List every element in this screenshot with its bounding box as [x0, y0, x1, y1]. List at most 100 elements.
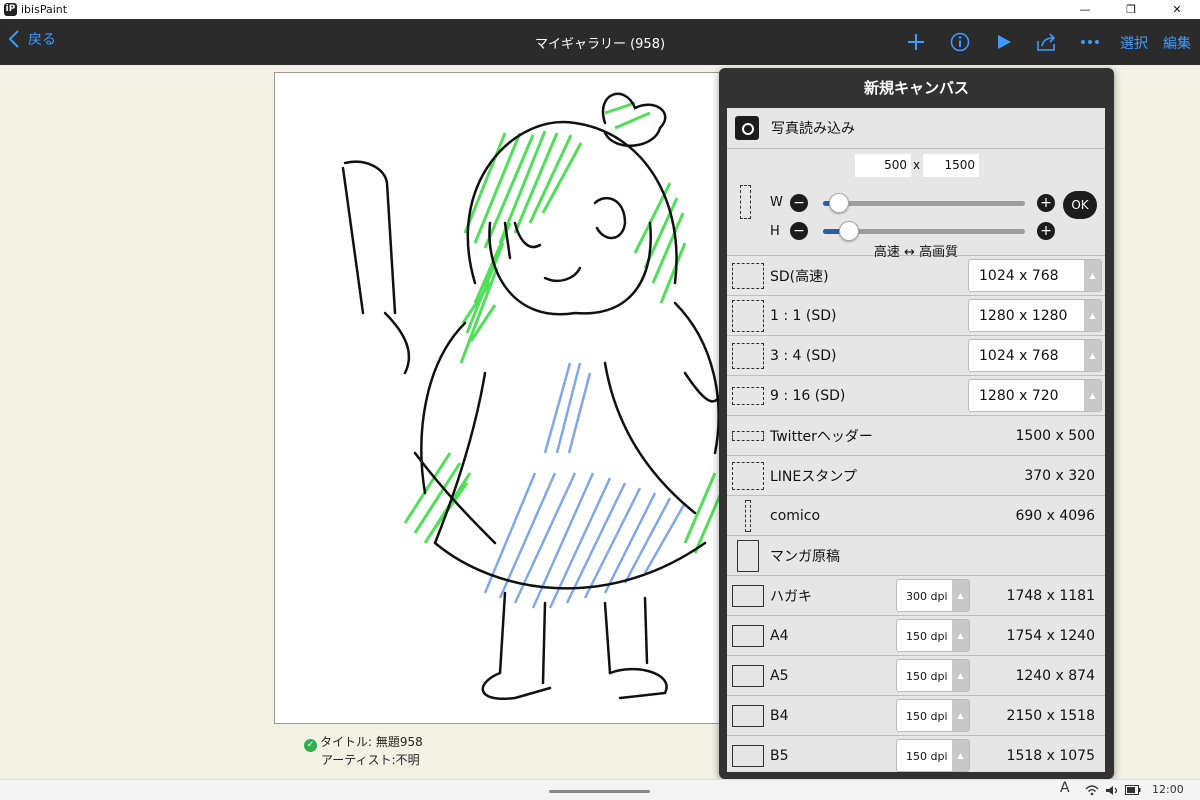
preset-row[interactable]: comico 690 x 4096: [727, 496, 1105, 536]
canvas-shape-icon: [731, 419, 765, 453]
preset-size-value: 1500 x 500: [1015, 427, 1095, 444]
window-title: ibisPaint: [21, 3, 68, 16]
height-decrease-button[interactable]: −: [790, 222, 808, 240]
stepper-up-icon[interactable]: ▲: [1084, 300, 1101, 331]
stepper-up-icon[interactable]: ▲: [952, 660, 969, 691]
edit-button[interactable]: 編集: [1163, 33, 1191, 53]
app-logo-icon: iP: [4, 3, 17, 16]
stepper-up-icon[interactable]: ▲: [1084, 380, 1101, 411]
dpi-value: 300 dpi: [906, 590, 948, 603]
minimize-button[interactable]: —: [1062, 0, 1108, 19]
page-title: マイギャラリー (958): [534, 37, 666, 52]
preset-label: SD(高速): [770, 268, 829, 285]
stepper-up-icon[interactable]: ▲: [952, 700, 969, 731]
canvas-shape-icon: [731, 619, 765, 653]
preset-label: A4: [770, 627, 789, 644]
canvas-shape-icon: [731, 659, 765, 693]
close-window-button[interactable]: ✕: [1154, 0, 1200, 19]
new-canvas-popover: 新規キャンバス 写真読み込み 500 x 1500 W − + H − + OK…: [719, 68, 1114, 779]
battery-icon[interactable]: [1125, 785, 1141, 795]
canvas-shape-icon: [731, 379, 765, 413]
preset-label: 3 : 4 (SD): [770, 347, 837, 364]
preset-row[interactable]: A5 150 dpi ▲ 1240 x 874: [727, 656, 1105, 696]
stepper-up-icon[interactable]: ▲: [952, 620, 969, 651]
dpi-select[interactable]: 300 dpi ▲: [896, 579, 970, 612]
window-titlebar: iP ibisPaint — ❐ ✕: [0, 0, 1200, 19]
info-button[interactable]: [947, 29, 973, 55]
height-input[interactable]: 1500: [923, 154, 979, 177]
preset-size-select[interactable]: 1280 x 720 ▲: [968, 379, 1102, 412]
more-button[interactable]: [1077, 29, 1103, 55]
aspect-preview-icon: [740, 185, 751, 219]
add-canvas-button[interactable]: [903, 29, 929, 55]
canvas-shape-icon: [731, 459, 765, 493]
plus-icon: [908, 34, 924, 50]
canvas-shape-icon: [731, 699, 765, 733]
preset-size-value: 2150 x 1518: [1006, 707, 1095, 724]
preset-row[interactable]: A4 150 dpi ▲ 1754 x 1240: [727, 616, 1105, 656]
preset-label: Twitterヘッダー: [770, 428, 873, 445]
preset-size-select[interactable]: 1024 x 768 ▲: [968, 339, 1102, 372]
width-slider[interactable]: [823, 201, 1025, 206]
width-increase-button[interactable]: +: [1037, 194, 1055, 212]
info-icon: [950, 32, 970, 52]
stepper-up-icon[interactable]: ▲: [952, 740, 969, 771]
maximize-button[interactable]: ❐: [1108, 0, 1154, 19]
stepper-up-icon[interactable]: ▲: [1084, 260, 1101, 291]
dpi-value: 150 dpi: [906, 710, 948, 723]
preset-size-select[interactable]: 1280 x 1280 ▲: [968, 299, 1102, 332]
preset-size-value: 370 x 320: [1024, 467, 1095, 484]
width-decrease-button[interactable]: −: [790, 194, 808, 212]
ok-button[interactable]: OK: [1063, 191, 1097, 219]
preset-size-value: 1754 x 1240: [1006, 627, 1095, 644]
height-slider-thumb[interactable]: [839, 221, 860, 241]
preset-row[interactable]: B4 150 dpi ▲ 2150 x 1518: [727, 696, 1105, 736]
dpi-select[interactable]: 150 dpi ▲: [896, 739, 970, 772]
photo-import-row[interactable]: 写真読み込み: [727, 108, 1105, 149]
preset-row[interactable]: B5 150 dpi ▲ 1518 x 1075: [727, 736, 1105, 772]
share-button[interactable]: [1034, 29, 1060, 55]
share-icon: [1037, 33, 1056, 51]
dpi-value: 150 dpi: [906, 750, 948, 763]
preset-row[interactable]: SD(高速) 1024 x 768 ▲: [727, 256, 1105, 296]
preset-label: LINEスタンプ: [770, 468, 857, 485]
preset-row[interactable]: 9 : 16 (SD) 1280 x 720 ▲: [727, 376, 1105, 416]
width-input[interactable]: 500: [855, 154, 911, 177]
custom-size-section: 500 x 1500 W − + H − + OK 高速 ↔ 高画質: [727, 149, 1105, 260]
dpi-value: 150 dpi: [906, 630, 948, 643]
preset-size-value: 1024 x 768: [979, 348, 1059, 364]
artwork-info: ✓ タイトル: 無題958 アーティスト:不明: [304, 734, 423, 769]
ime-indicator[interactable]: A: [1060, 780, 1070, 796]
dpi-select[interactable]: 150 dpi ▲: [896, 619, 970, 652]
volume-icon[interactable]: [1105, 785, 1119, 796]
artwork-artist: アーティスト:不明: [321, 753, 420, 767]
preset-row[interactable]: Twitterヘッダー 1500 x 500: [727, 416, 1105, 456]
preset-label: B4: [770, 707, 789, 724]
chevron-left-icon: [8, 30, 19, 48]
select-button[interactable]: 選択: [1120, 33, 1148, 53]
stepper-up-icon[interactable]: ▲: [952, 580, 969, 611]
play-icon: [998, 35, 1011, 49]
preset-size-select[interactable]: 1024 x 768 ▲: [968, 259, 1102, 292]
preset-label: 9 : 16 (SD): [770, 387, 846, 404]
wifi-icon[interactable]: [1085, 785, 1099, 796]
back-button[interactable]: 戻る: [8, 29, 56, 49]
preset-row[interactable]: ハガキ 300 dpi ▲ 1748 x 1181: [727, 576, 1105, 616]
preset-label: 1 : 1 (SD): [770, 307, 837, 324]
dpi-select[interactable]: 150 dpi ▲: [896, 659, 970, 692]
preset-size-value: 1024 x 768: [979, 268, 1059, 284]
preset-row[interactable]: 1 : 1 (SD) 1280 x 1280 ▲: [727, 296, 1105, 336]
preset-row[interactable]: マンガ原稿: [727, 536, 1105, 576]
dpi-select[interactable]: 150 dpi ▲: [896, 699, 970, 732]
height-increase-button[interactable]: +: [1037, 222, 1055, 240]
preset-size-value: 1518 x 1075: [1006, 747, 1095, 764]
preset-row[interactable]: LINEスタンプ 370 x 320: [727, 456, 1105, 496]
preset-row[interactable]: 3 : 4 (SD) 1024 x 768 ▲: [727, 336, 1105, 376]
play-button[interactable]: [991, 29, 1017, 55]
preset-size-value: 1280 x 720: [979, 388, 1059, 404]
taskbar-handle[interactable]: [549, 790, 650, 793]
stepper-up-icon[interactable]: ▲: [1084, 340, 1101, 371]
character-drawing: [341, 92, 727, 701]
width-slider-thumb[interactable]: [829, 193, 850, 213]
artwork-preview[interactable]: [274, 72, 754, 724]
